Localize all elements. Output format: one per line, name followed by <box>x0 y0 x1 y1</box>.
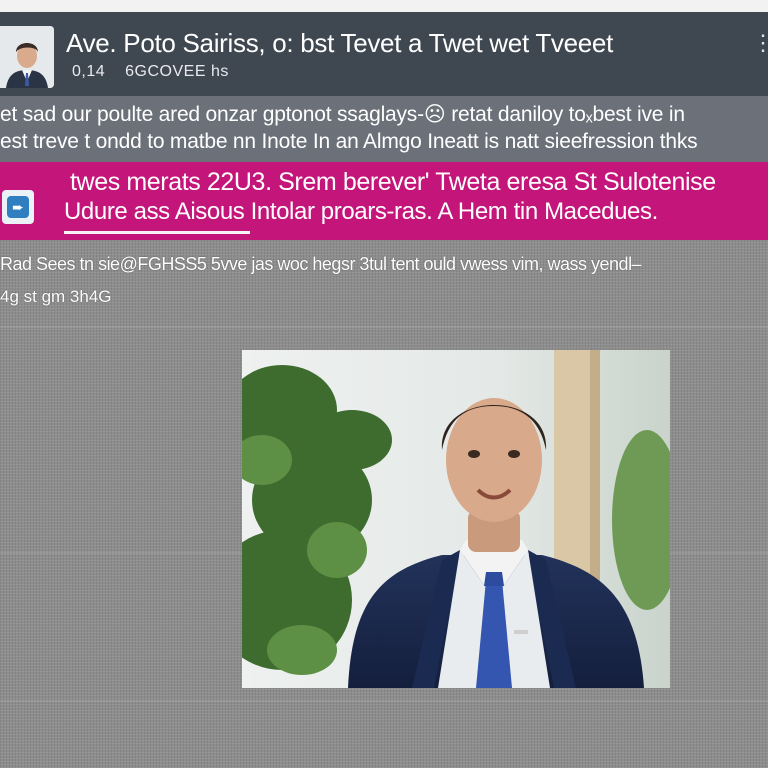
more-icon[interactable]: ⋮ <box>752 30 768 56</box>
post-body: et sad our poulte ared onzar gptonot ssa… <box>0 96 768 162</box>
banner-line-1: twes merats 22U3. Srem berever' Tweta er… <box>70 168 716 196</box>
post-photo[interactable] <box>242 350 670 688</box>
banner-line-2: Udure ass Aisous Intolar proars-ras. A H… <box>64 198 658 225</box>
post-title[interactable]: Ave. Poto Sairiss, o: bst Tevet a Twet w… <box>66 28 613 59</box>
post-body-line-1: et sad our poulte ared onzar gptonot ssa… <box>0 103 685 126</box>
arrow-icon: ➨ <box>7 196 29 218</box>
caption-line-2: 4g st gm 3h4G <box>0 287 112 306</box>
app-icon[interactable]: ➨ <box>2 190 34 224</box>
portrait-image <box>242 350 670 688</box>
divider <box>0 700 768 702</box>
avatar-portrait <box>0 26 54 88</box>
post-body-line-2: est treve t ondd to matbe nn Inote In an… <box>0 130 698 153</box>
banner-link-underline <box>64 231 250 234</box>
avatar[interactable] <box>0 26 54 88</box>
post-handle[interactable]: 6GCOVEE hs <box>125 63 229 80</box>
post-time: 0,14 <box>72 63 106 80</box>
divider <box>0 326 768 328</box>
top-strip <box>0 0 768 12</box>
caption-line-1: Rad Sees tn sie@FGHSS5 5vve jas woc hegs… <box>0 254 642 274</box>
post-meta: 0,14 6GCOVEE hs <box>72 63 229 81</box>
